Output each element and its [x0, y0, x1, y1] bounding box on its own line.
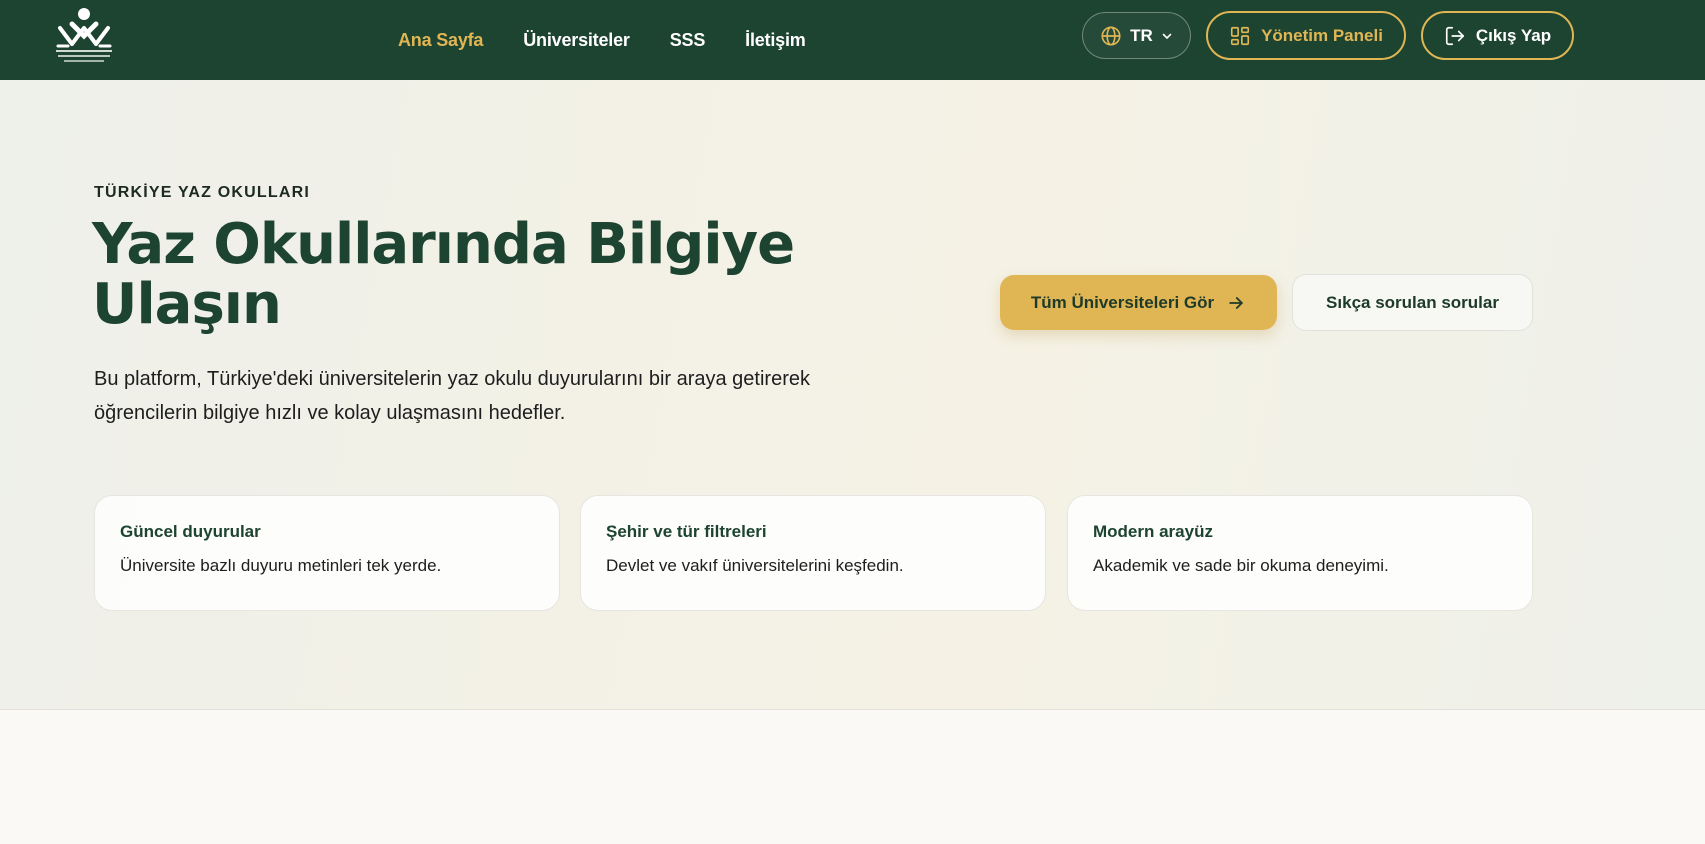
view-all-universities-button[interactable]: Tüm Üniversiteleri Gör: [1000, 275, 1277, 330]
hero-description: Bu platform, Türkiye'deki üniversiteleri…: [94, 368, 810, 424]
globe-icon: [1100, 25, 1122, 47]
nav-item-universities[interactable]: Üniversiteler: [523, 30, 630, 51]
feature-card-modern-ui: Modern arayüz Akademik ve sade bir okuma…: [1067, 495, 1533, 611]
logout-label: Çıkış Yap: [1475, 25, 1552, 45]
faq-button-label: Sıkça sorulan sorular: [1326, 292, 1499, 312]
feature-card-title: Şehir ve tür filtreleri: [606, 522, 767, 541]
nav-item-faq[interactable]: SSS: [670, 30, 706, 51]
admin-panel-button[interactable]: Yönetim Paneli: [1206, 11, 1406, 60]
main-nav: Ana Sayfa Üniversiteler SSS İletişim: [398, 0, 806, 80]
feature-card-text: Üniversite bazlı duyuru metinleri tek ye…: [120, 556, 442, 575]
view-all-universities-label: Tüm Üniversiteleri Gör: [1030, 292, 1215, 312]
chevron-down-icon: [1161, 30, 1173, 42]
top-navbar: Ana Sayfa Üniversiteler SSS İletişim TR: [0, 0, 1705, 80]
feature-card-title: Modern arayüz: [1093, 522, 1213, 541]
feature-card-text: Devlet ve vakıf üniversitelerini keşfedi…: [606, 556, 904, 575]
logout-button[interactable]: Çıkış Yap: [1421, 11, 1574, 60]
hero-section: TÜRKİYE YAZ OKULLARI Yaz Okullarında Bil…: [0, 80, 1705, 710]
language-label: TR: [1130, 25, 1153, 45]
nav-item-home[interactable]: Ana Sayfa: [398, 30, 483, 51]
page-title-line-2: Ulaşın: [92, 272, 282, 337]
faq-button[interactable]: Sıkça sorulan sorular: [1292, 274, 1533, 331]
arrow-right-icon: [1226, 293, 1246, 313]
feature-card-text: Akademik ve sade bir okuma deneyimi.: [1093, 556, 1389, 575]
feature-card-filters: Şehir ve tür filtreleri Devlet ve vakıf …: [580, 495, 1046, 611]
dashboard-icon: [1229, 25, 1251, 47]
page-title-line-1: Yaz Okullarında Bilgiye: [92, 212, 795, 277]
union-logo-icon[interactable]: [50, 6, 118, 66]
nav-item-contact[interactable]: İletişim: [745, 30, 806, 51]
hero-eyebrow: TÜRKİYE YAZ OKULLARI: [94, 184, 311, 201]
page-title: Yaz Okullarında Bilgiye Ulaşın: [92, 215, 852, 335]
language-selector[interactable]: TR: [1082, 12, 1191, 59]
feature-card-title: Güncel duyurular: [120, 522, 261, 541]
feature-card-announcements: Güncel duyurular Üniversite bazlı duyuru…: [94, 495, 560, 611]
admin-panel-label: Yönetim Paneli: [1261, 25, 1383, 45]
logout-icon: [1444, 25, 1466, 47]
